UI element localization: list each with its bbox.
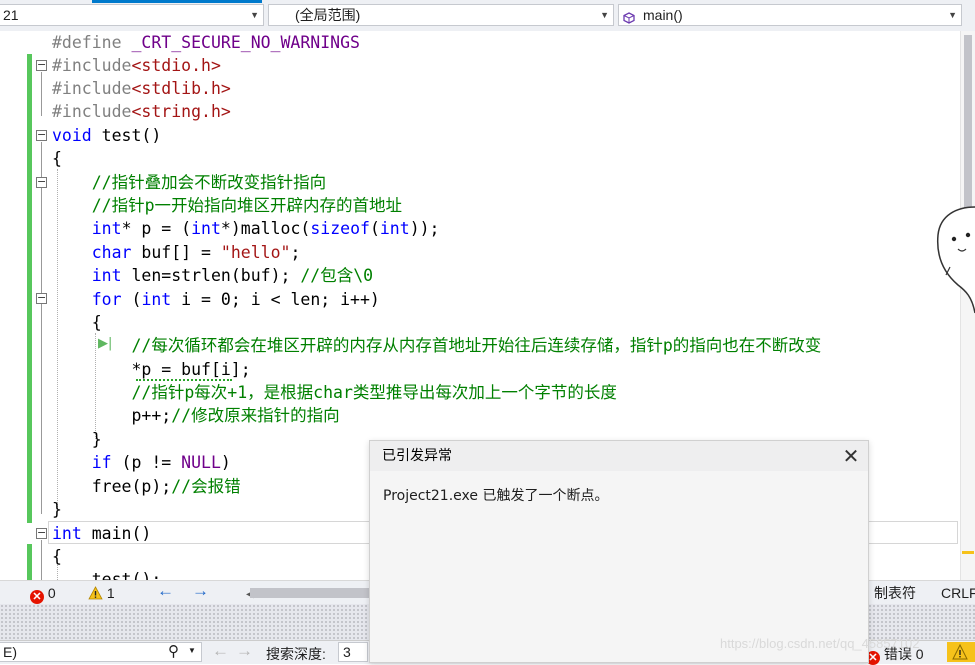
chevron-down-icon: ▼ <box>600 10 609 20</box>
exception-dialog-header: 已引发异常 ✕ <box>370 441 868 471</box>
project-dropdown-value: 21 <box>3 7 19 23</box>
error-count-indicator[interactable]: ✕ 0 <box>30 584 56 604</box>
search-input[interactable]: E) ⚲ ▼ <box>0 642 202 662</box>
search-forward-icon[interactable]: → <box>236 641 253 661</box>
collapse-icon[interactable]: − <box>36 129 47 141</box>
code-line-5: void test() <box>52 126 162 145</box>
project-dropdown[interactable]: 21 ▼ <box>0 4 264 26</box>
code-line-23: { <box>52 547 62 566</box>
outline-guide <box>41 540 42 580</box>
code-line-4: #include<string.h> <box>52 102 231 121</box>
search-depth-field[interactable]: 3 <box>338 642 368 662</box>
member-dropdown-value: main() <box>643 7 683 23</box>
method-cube-icon <box>623 9 635 29</box>
code-line-12: for (int i = 0; i < len; i++) <box>91 290 380 309</box>
code-line-10: char buf[] = "hello"; <box>91 243 301 262</box>
warning-tab-marker[interactable] <box>947 642 975 662</box>
collapse-icon[interactable]: − <box>36 527 47 539</box>
chevron-down-icon: ▼ <box>948 10 957 20</box>
outline-guide <box>41 142 42 514</box>
exception-dialog: 已引发异常 ✕ Project21.exe 已触发了一个断点。 <box>369 440 869 663</box>
search-back-icon[interactable]: ← <box>212 641 229 661</box>
change-indicator-bar <box>27 544 32 580</box>
scope-dropdown[interactable]: (全局范围) ▼ <box>268 4 614 26</box>
collapse-icon[interactable]: − <box>36 176 47 188</box>
chevron-down-icon: ▼ <box>250 10 259 20</box>
code-line-19: if (p != NULL) <box>91 453 231 472</box>
code-line-24: test(); <box>52 570 162 580</box>
member-dropdown[interactable]: main() ▼ <box>618 4 962 26</box>
code-line-20: free(p);//会报错 <box>52 477 241 496</box>
navigate-forward-icon[interactable]: → <box>192 582 209 600</box>
warning-icon <box>88 586 103 604</box>
outline-guide <box>41 72 42 116</box>
exception-message: Project21.exe 已触发了一个断点。 <box>383 488 609 504</box>
navigate-back-icon[interactable]: ← <box>157 582 174 600</box>
code-line-1: #define _CRT_SECURE_NO_WARNINGS <box>52 33 360 52</box>
change-indicator-bar <box>27 54 32 523</box>
watermark-text: https://blog.csdn.net/qq_45857102 <box>720 636 920 651</box>
warning-count-indicator[interactable]: 1 <box>88 584 115 604</box>
code-line-21: } <box>52 500 62 519</box>
code-line-16: //指针p每次+1，是根据char类型推导出每次加上一个字节的长度 <box>52 383 617 402</box>
warning-count: 1 <box>106 585 115 601</box>
error-count: 0 <box>47 585 56 601</box>
code-line-17: p++;//修改原来指针的指向 <box>52 406 340 425</box>
code-line-11: int len=strlen(buf); //包含\0 <box>91 266 374 285</box>
code-line-3: #include<stdlib.h> <box>52 79 231 98</box>
code-line-9: int* p = (int*)malloc(sizeof(int)); <box>91 219 440 238</box>
code-line-2: #include<stdio.h> <box>52 56 221 75</box>
horizontal-scrollbar-thumb[interactable] <box>250 588 370 598</box>
indentation-mode[interactable]: 制表符 <box>874 584 916 602</box>
close-icon[interactable]: ✕ <box>840 445 862 467</box>
exception-dialog-title: 已引发异常 <box>382 448 452 464</box>
code-line-8: //指针p一开始指向堆区开辟内存的首地址 <box>52 196 403 215</box>
navigation-bar: 21 ▼ (全局范围) ▼ main() ▼ <box>0 0 975 31</box>
code-line-7: //指针叠加会不断改变指针指向 <box>52 173 327 192</box>
active-tab-indicator <box>92 0 262 3</box>
code-line-14: //每次循环都会在堆区开辟的内存从内存首地址开始往后连续存储，指针p的指向也在不… <box>52 336 822 355</box>
collapse-icon[interactable]: − <box>36 292 47 304</box>
line-ending-mode[interactable]: CRLF <box>941 584 975 602</box>
warning-marker <box>962 551 974 554</box>
error-icon: ✕ <box>30 590 44 604</box>
search-depth-value: 3 <box>343 644 351 660</box>
chevron-down-icon[interactable]: ▼ <box>188 646 196 655</box>
mascot-sticker <box>932 205 975 319</box>
code-line-13: { <box>52 313 102 332</box>
collapse-icon[interactable]: − <box>36 59 47 71</box>
search-depth-label: 搜索深度: <box>266 646 326 662</box>
search-input-text: E) <box>3 644 17 660</box>
code-line-6: { <box>52 149 62 168</box>
code-line-18: } <box>52 430 102 449</box>
search-icon[interactable]: ⚲ <box>168 642 179 660</box>
scope-dropdown-value: (全局范围) <box>295 7 361 23</box>
